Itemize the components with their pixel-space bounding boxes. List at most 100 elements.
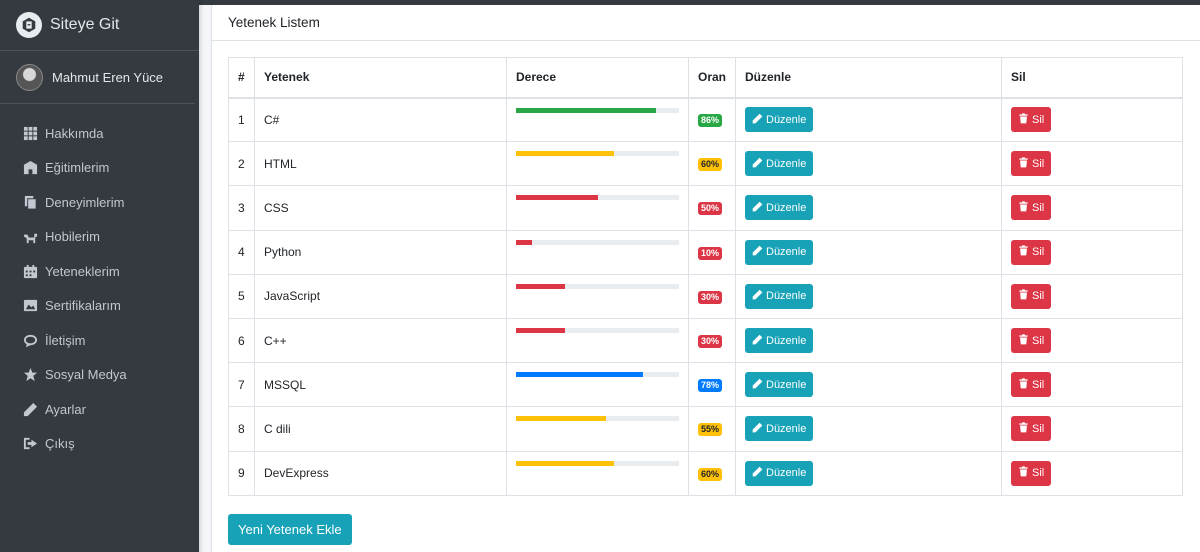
sidebar-item-hakkimda[interactable]: Hakkımda [0,116,199,151]
skill-progress-fill [516,107,657,113]
sidebar-item-sertifikalarim[interactable]: Sertifikalarım [0,289,199,324]
sidebar-item-yeteneklerim[interactable]: Yeteneklerim [0,254,199,289]
add-skill-button[interactable]: Yeni Yetenek Ekle [228,514,352,545]
delete-button-label: Sil [1032,157,1045,170]
delete-button[interactable]: Sil [1011,283,1052,309]
skill-rate-cell: 55% [688,406,736,452]
edit-button[interactable]: Düzenle [745,372,814,398]
skill-name: C# [254,96,507,143]
skill-progress [516,239,679,245]
edit-cell: Düzenle [735,406,1002,452]
copy-icon [22,194,38,210]
sidebar-item-label: Çıkış [45,436,75,452]
delete-cell: Sil [1001,317,1183,364]
skill-rate-badge: 60% [698,467,723,481]
skill-progress [516,283,679,289]
edit-cell: Düzenle [735,273,1002,319]
sidebar-item-deneyimlerim[interactable]: Deneyimlerim [0,185,199,220]
edit-button[interactable]: Düzenle [745,283,814,309]
trash-icon [1018,289,1032,303]
avatar [16,63,43,91]
column-header-level: Derece [506,57,689,99]
user-panel[interactable]: Mahmut Eren Yüce [0,51,195,104]
column-header-skill: Yetenek [254,57,507,99]
table-row: 5 JavaScript 30% Düzenle Sil [228,273,1183,319]
delete-button-label: Sil [1032,378,1045,391]
delete-cell: Sil [1001,273,1183,319]
brand-title: Siteye Git [50,16,120,33]
row-number: 4 [228,229,255,275]
sidebar-item-iletisim[interactable]: İletişim [0,323,199,358]
skill-rate-cell: 60% [688,450,736,496]
edit-cell: Düzenle [735,362,1002,408]
table-row: 7 MSSQL 78% Düzenle Sil [228,362,1183,408]
edit-button[interactable]: Düzenle [745,151,814,177]
sidebar-item-label: Sertifikalarım [45,298,121,314]
column-header-edit: Düzenle [735,57,1002,99]
skill-level-cell [506,317,689,364]
skill-rate-badge: 10% [698,246,723,260]
skill-progress [516,416,679,422]
skill-rate-badge: 86% [698,114,723,128]
skill-name: C dili [254,406,507,452]
table-row: 3 CSS 50% Düzenle Sil [228,185,1183,231]
skill-rate-cell: 86% [688,96,736,143]
delete-button[interactable]: Sil [1011,195,1052,221]
sidebar-item-cikis[interactable]: Çıkış [0,427,199,462]
delete-button[interactable]: Sil [1011,328,1052,354]
sidebar-item-label: Deneyimlerim [45,194,125,210]
sidebar-shadow [199,0,204,552]
pencil-icon [752,422,766,436]
delete-button[interactable]: Sil [1011,460,1052,486]
image-icon [22,298,38,314]
skill-progress [516,195,679,201]
delete-button-label: Sil [1032,113,1045,126]
skill-rate-badge: 60% [698,158,723,172]
skill-progress-fill [516,151,614,157]
skill-progress [516,460,679,466]
edit-button[interactable]: Düzenle [745,195,814,221]
skill-name: Python [254,229,507,275]
row-number: 6 [228,317,255,364]
star-icon [22,367,38,383]
edit-button-label: Düzenle [766,378,807,391]
delete-cell: Sil [1001,450,1183,496]
edit-button-label: Düzenle [766,157,807,170]
delete-cell: Sil [1001,362,1183,408]
sidebar-item-egitimlerim[interactable]: Eğitimlerim [0,151,199,186]
delete-button-label: Sil [1032,334,1045,347]
trash-icon [1018,378,1032,392]
delete-button[interactable]: Sil [1011,416,1052,442]
delete-button[interactable]: Sil [1011,151,1052,177]
delete-button[interactable]: Sil [1011,372,1052,398]
sidebar-item-label: İletişim [45,332,86,348]
sidebar-item-sosyal-medya[interactable]: Sosyal Medya [0,358,199,393]
sidebar-item-ayarlar[interactable]: Ayarlar [0,392,199,427]
pencil-icon [752,113,766,127]
skill-name: MSSQL [254,362,507,408]
skill-rate-badge: 50% [698,202,723,216]
edit-button[interactable]: Düzenle [745,328,814,354]
skill-progress-fill [516,460,614,466]
table-row: 4 Python 10% Düzenle Sil [228,229,1183,275]
edit-button[interactable]: Düzenle [745,239,814,265]
table-row: 2 HTML 60% Düzenle Sil [228,141,1183,187]
skill-name: HTML [254,141,507,187]
comment-icon [22,332,38,348]
skill-level-cell [506,96,689,143]
edit-button[interactable]: Düzenle [745,460,814,486]
user-name: Mahmut Eren Yüce [52,69,164,85]
delete-button[interactable]: Sil [1011,239,1052,265]
edit-button[interactable]: Düzenle [745,107,814,133]
delete-button[interactable]: Sil [1011,107,1052,133]
edit-button-label: Düzenle [766,113,807,126]
table-row: 8C dili 55% Düzenle Sil [228,406,1183,452]
edit-cell: Düzenle [735,141,1002,187]
sidebar-item-label: Sosyal Medya [45,367,127,383]
sidebar-item-label: Hobilerim [45,229,100,245]
skill-rate-cell: 10% [688,229,736,275]
brand-link[interactable]: Siteye Git [0,0,199,51]
edit-button[interactable]: Düzenle [745,416,814,442]
sidebar-item-hobilerim[interactable]: Hobilerim [0,220,199,255]
sidebar-item-label: Hakkımda [45,125,104,141]
